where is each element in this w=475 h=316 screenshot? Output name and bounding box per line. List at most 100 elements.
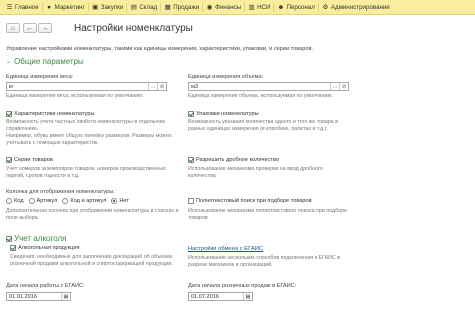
menu-item-label: НСИ <box>257 3 271 11</box>
menu-item-label: Закупки <box>100 3 124 11</box>
weight-unit-value: кг <box>9 83 14 90</box>
egais-start-label: Дата начала работы с ЕГАИС: <box>6 283 85 289</box>
weight-unit-label: Единица измерения веса: <box>6 74 74 80</box>
fractional-label: Разрешить дробное количество <box>196 157 279 163</box>
radio-dot <box>28 198 35 204</box>
radio-dot <box>62 198 69 204</box>
arrow-right-icon: → <box>41 24 49 32</box>
fractional-checkbox[interactable]: Разрешить дробное количество <box>188 157 279 163</box>
fulltext-checkbox[interactable]: Полнотекстовый поиск при подборе товаров <box>188 198 312 204</box>
menu-item-marketing[interactable]: ● Маркетинг <box>43 0 88 14</box>
volume-unit-field[interactable]: м3 … ⊘ <box>188 82 349 91</box>
home-button[interactable]: ⌂ <box>6 23 20 33</box>
radio-code[interactable]: Код <box>6 198 24 204</box>
page-description: Управление настройками номенклатуры, так… <box>6 46 314 52</box>
alcohol-product-hint: Сведения, необходимые для заполнения дек… <box>10 254 173 267</box>
warehouse-icon: ▤ <box>130 3 137 11</box>
menu-item-label: Персонал <box>286 3 315 11</box>
weight-unit-hint: Единица измерения веса, используемая по … <box>6 93 144 99</box>
arrow-left-icon: ← <box>26 24 34 32</box>
menu-item-personnel[interactable]: ☻ Персонал <box>274 0 317 14</box>
egais-start-date-value: 01.01.2016 <box>9 293 37 300</box>
menu-item-label: Администрирование <box>330 3 390 11</box>
dropdown-button[interactable]: … <box>330 83 339 90</box>
group-general-toggle[interactable]: ⌄ Общие параметры <box>6 57 84 66</box>
series-checkbox[interactable]: Серии товаров <box>6 157 53 163</box>
checkbox-box <box>6 235 12 242</box>
egais-retail-date-value: 01.07.2016 <box>191 293 219 300</box>
alcohol-product-label: Алкогольная продукция <box>18 245 80 251</box>
column-label: Колонка для отображения номенклатуры: <box>6 189 115 195</box>
radio-dot <box>111 198 118 204</box>
fulltext-label: Полнотекстовый поиск при подборе товаров <box>196 198 312 204</box>
radio-label: Артикул <box>36 198 58 204</box>
characteristics-checkbox[interactable]: Характеристики номенклатуры <box>6 111 95 117</box>
menu-item-main[interactable]: ☰ Главное <box>0 0 42 14</box>
dropdown-button[interactable]: … <box>148 83 157 90</box>
weight-unit-field[interactable]: кг … ⊘ <box>6 82 167 91</box>
column-hint: Дополнительная колонка при отображении н… <box>6 208 179 221</box>
gear-icon: ⚙ <box>322 3 329 11</box>
finance-icon: ◉ <box>206 3 213 11</box>
checkbox-box <box>188 157 194 163</box>
egais-retail-label: Дата начала розничных продаж в ЕГАИС: <box>188 283 297 289</box>
page-title: Настройки номенклатуры <box>74 23 193 34</box>
menu-item-sales[interactable]: ▦ Продажи <box>161 0 202 14</box>
characteristics-label: Характеристики номенклатуры <box>14 111 95 117</box>
radio-dot <box>6 198 12 204</box>
home-icon: ⌂ <box>10 24 16 32</box>
menu-item-label: Главное <box>15 3 39 11</box>
egais-hint: Использование нескольких способов подклю… <box>188 255 341 268</box>
radio-none[interactable]: Нет <box>111 198 129 204</box>
series-label: Серии товаров <box>14 157 53 163</box>
cart-icon: ▣ <box>92 3 99 11</box>
egais-settings-link[interactable]: Настройки обмена с ЕГАИС <box>188 246 263 252</box>
alcohol-product-checkbox[interactable]: Алкогольная продукция <box>10 245 79 251</box>
menu-item-reference[interactable]: ▥ НСИ <box>245 0 273 14</box>
back-button[interactable]: ← <box>23 23 37 33</box>
menu-item-finance[interactable]: ◉ Финансы <box>203 0 244 14</box>
menu-item-label: Склад <box>139 3 158 11</box>
radio-code-and-article[interactable]: Код и артикул <box>62 198 106 204</box>
alcohol-group-title: Учет алкоголя <box>14 234 67 243</box>
checkbox-box <box>6 157 12 163</box>
menu-item-label: Финансы <box>215 3 242 11</box>
top-menu-bar: ☰ Главное ● Маркетинг ▣ Закупки ▤ Склад … <box>0 0 475 15</box>
volume-unit-label: Единица измерения объема: <box>188 74 264 80</box>
grid-icon: ☰ <box>6 3 13 11</box>
checkbox-box <box>10 245 16 251</box>
packages-hint: Возможность указания количества одного и… <box>188 119 339 132</box>
sales-icon: ▦ <box>164 3 171 11</box>
egais-start-date-field[interactable]: 01.01.2016 ▦ <box>6 292 71 301</box>
radio-label: Нет <box>119 198 129 204</box>
column-radio-group: Код Артикул Код и артикул Нет <box>6 198 134 204</box>
checkbox-box <box>188 111 194 117</box>
packages-checkbox[interactable]: Упаковки номенклатуры <box>188 111 259 117</box>
menu-item-purchases[interactable]: ▣ Закупки <box>89 0 127 14</box>
chevron-down-icon: ⌄ <box>6 59 12 65</box>
calendar-icon[interactable]: ▦ <box>61 293 70 300</box>
fulltext-hint: Использование механизма полнотекстового … <box>188 208 348 221</box>
reference-icon: ▥ <box>248 3 255 11</box>
radio-label: Код <box>14 198 24 204</box>
open-link-icon[interactable]: ⊘ <box>339 83 348 90</box>
open-link-icon[interactable]: ⊘ <box>157 83 166 90</box>
calendar-icon[interactable]: ▦ <box>243 293 252 300</box>
forward-button[interactable]: → <box>38 23 52 33</box>
menu-item-label: Продажи <box>173 3 200 11</box>
menu-item-label: Маркетинг <box>54 3 85 11</box>
volume-unit-hint: Единица измерения объема, используемая п… <box>188 93 333 99</box>
menu-item-admin[interactable]: ⚙ Администрирование <box>319 0 393 14</box>
group-general-title: Общие параметры <box>14 57 84 66</box>
radio-label: Код и артикул <box>70 198 107 204</box>
menu-item-warehouse[interactable]: ▤ Склад <box>127 0 160 14</box>
radio-article[interactable]: Артикул <box>28 198 58 204</box>
volume-unit-value: м3 <box>191 83 198 90</box>
fractional-hint: Использование механизма проверки на ввод… <box>188 166 323 179</box>
series-hint: Учет номеров экземпляров товаров, номеро… <box>6 166 166 179</box>
alcohol-group-checkbox[interactable]: Учет алкоголя <box>6 234 67 243</box>
checkbox-box <box>188 198 194 204</box>
characteristics-hint: Возможность учета частных свойств номенк… <box>6 119 172 146</box>
marketing-icon: ● <box>47 3 52 11</box>
egais-retail-date-field[interactable]: 01.07.2016 ▦ <box>188 292 253 301</box>
